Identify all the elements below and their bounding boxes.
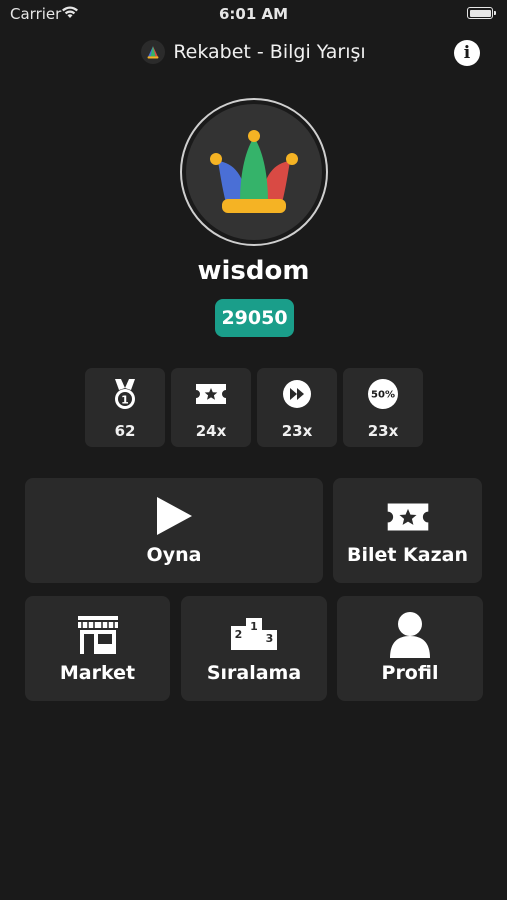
play-button[interactable]: Oyna <box>25 478 323 583</box>
score-badge: 29050 <box>215 299 294 337</box>
fifty-fifty-label: 50% <box>371 390 395 401</box>
profile-button[interactable]: Profil <box>337 596 483 701</box>
stat-card-medals: 1 62 <box>85 368 165 447</box>
stat-value-fifty: 23x <box>367 422 399 440</box>
earn-ticket-button[interactable]: Bilet Kazan <box>333 478 482 583</box>
stat-card-fifty: 50% 23x <box>343 368 423 447</box>
svg-text:1: 1 <box>121 394 129 407</box>
nav-title-group: Rekabet - Bilgi Yarışı <box>0 40 507 64</box>
stats-row: 1 62 24x 23x 50% 23x <box>85 368 423 447</box>
person-icon <box>337 610 483 658</box>
market-label: Market <box>59 662 136 684</box>
ticket-icon <box>333 500 482 534</box>
fast-forward-icon <box>280 378 314 410</box>
ranking-label: Sıralama <box>206 662 302 684</box>
jester-logo-icon <box>141 40 166 64</box>
info-button[interactable]: i <box>454 40 480 66</box>
fifty-fifty-icon: 50% <box>366 378 400 410</box>
username: wisdom <box>197 256 310 286</box>
ranking-button[interactable]: 2 1 3 Sıralama <box>181 596 327 701</box>
jester-hat-icon <box>210 130 298 213</box>
status-time: 6:01 AM <box>218 5 289 23</box>
stat-value-skip: 23x <box>281 422 313 440</box>
stat-value-tickets: 24x <box>195 422 227 440</box>
play-label: Oyna <box>146 544 202 566</box>
stat-value-medals: 62 <box>114 422 136 440</box>
store-icon <box>25 614 170 656</box>
earn-ticket-label: Bilet Kazan <box>346 544 469 566</box>
battery-icon <box>467 7 496 19</box>
svg-text:1: 1 <box>250 620 258 633</box>
profile-label: Profil <box>381 662 439 684</box>
status-bar: Carrier 6:01 AM <box>0 0 507 28</box>
medal-icon: 1 <box>108 378 142 410</box>
avatar[interactable] <box>180 98 328 246</box>
ticket-icon <box>194 378 228 410</box>
stat-card-tickets: 24x <box>171 368 251 447</box>
podium-icon: 2 1 3 <box>181 616 327 652</box>
play-icon <box>25 496 323 536</box>
stat-card-skip: 23x <box>257 368 337 447</box>
svg-text:3: 3 <box>266 632 274 645</box>
svg-text:2: 2 <box>235 628 243 641</box>
nav-bar: Rekabet - Bilgi Yarışı i <box>0 36 507 70</box>
home-screen: Carrier 6:01 AM Rekabet - Bilgi Yarışı i <box>0 0 507 900</box>
app-title: Rekabet - Bilgi Yarışı <box>173 41 366 63</box>
market-button[interactable]: Market <box>25 596 170 701</box>
